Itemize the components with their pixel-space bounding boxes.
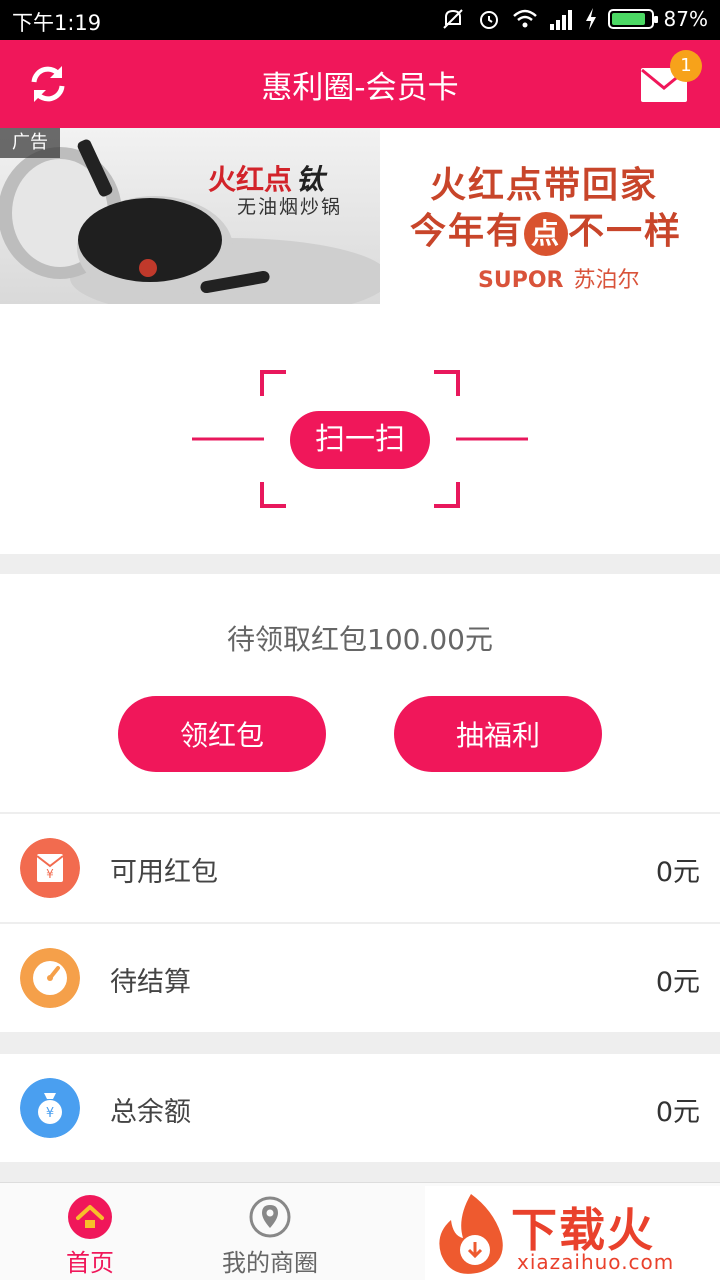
claim-red-packet-button[interactable]: 领红包: [118, 696, 326, 772]
banner-slogan-line2: 今年有点不一样: [410, 202, 682, 256]
status-icons: 87%: [440, 6, 708, 32]
list-item-total-balance[interactable]: ¥ 总余额 0元: [0, 1054, 720, 1162]
maker-en: SUPOR: [478, 268, 564, 293]
banner-product: 无油烟炒锅: [237, 196, 343, 218]
status-bar: 下午1:19 87%: [0, 0, 720, 40]
red-packet-section: 待领取红包100.00元 领红包 抽福利: [0, 574, 720, 812]
svg-text:¥: ¥: [46, 867, 54, 881]
row-value: 0元: [655, 967, 700, 998]
maker-cn: 苏泊尔: [573, 268, 640, 293]
lottery-button[interactable]: 抽福利: [394, 696, 602, 772]
ad-tag: 广告: [0, 128, 60, 158]
gauge-icon: [20, 948, 80, 1008]
row-label: 总余额: [110, 1097, 191, 1128]
home-icon: [68, 1195, 112, 1239]
row-value: 0元: [655, 1097, 700, 1128]
battery-fill: [611, 13, 645, 25]
slogan-part-a: 今年有: [410, 211, 525, 252]
list-item-available-red-packet[interactable]: ¥ 可用红包 0元: [0, 814, 720, 922]
row-label: 可用红包: [110, 857, 218, 888]
nav-label: 首页: [66, 1249, 114, 1277]
row-value: 0元: [655, 857, 700, 888]
ad-banner[interactable]: 广告 火红点钛 无油烟炒锅 火红点带回家 今年有点不一样 SUPOR 苏泊尔: [0, 128, 720, 304]
signal-icon: [549, 10, 572, 30]
charging-icon: [585, 8, 596, 30]
svg-text:¥: ¥: [46, 1106, 54, 1121]
red-packet-icon: ¥: [20, 838, 80, 898]
page-title: 惠利圈-会员卡: [261, 70, 459, 106]
list-item-pending-settlement[interactable]: 待结算 0元: [0, 924, 720, 1032]
watermark-logo-icon: [439, 1194, 503, 1274]
mute-icon: [442, 9, 463, 29]
wifi-icon: [512, 9, 537, 28]
slogan-part-b: 不一样: [568, 211, 683, 252]
battery-icon: [607, 9, 658, 29]
scan-section: 扫一扫: [0, 304, 720, 554]
watermark-url: xiazaihuo.com: [517, 1250, 675, 1274]
alarm-icon: [479, 11, 498, 29]
status-time: 下午1:19: [12, 11, 102, 35]
slogan-dot: 点: [524, 212, 569, 256]
nav-label: 我的商圈: [222, 1249, 318, 1277]
unread-badge: 1: [670, 50, 702, 82]
banner-slogan-line1: 火红点带回家: [430, 165, 659, 206]
row-label: 待结算: [110, 967, 191, 998]
watermark: 下载火 xiazaihuo.com: [425, 1186, 720, 1280]
nav-home[interactable]: 首页: [0, 1183, 180, 1280]
pending-red-packet: 待领取红包100.00元: [227, 623, 493, 656]
scan-button[interactable]: 扫一扫: [290, 411, 430, 469]
money-bag-icon: ¥: [20, 1078, 80, 1138]
banner-maker: SUPOR 苏泊尔: [478, 262, 640, 294]
battery-percent: 87%: [663, 7, 708, 31]
app-header: 惠利圈-会员卡 1: [0, 40, 720, 128]
nav-my-circle[interactable]: 我的商圈: [180, 1183, 360, 1280]
location-pin-icon: [249, 1196, 291, 1238]
